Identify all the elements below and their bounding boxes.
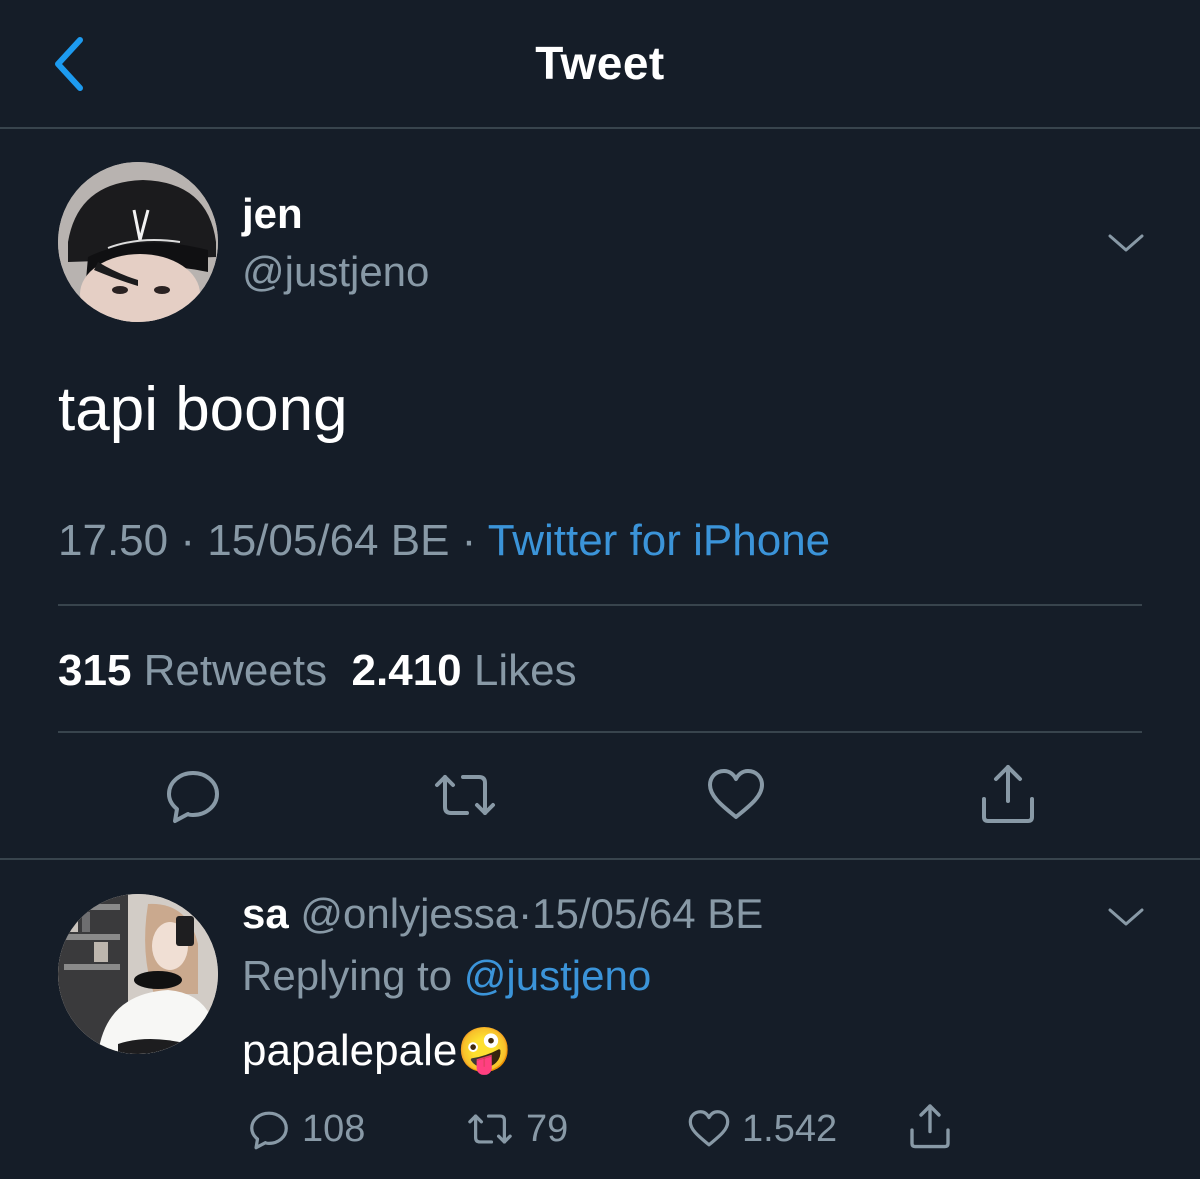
- reply-retweet-button[interactable]: 79: [464, 1104, 568, 1154]
- retweets-stat[interactable]: 315 Retweets: [58, 646, 327, 695]
- avatar[interactable]: [58, 162, 218, 322]
- meta-separator: ·: [461, 516, 477, 565]
- replying-label: Replying to: [242, 952, 453, 999]
- header-divider: [0, 127, 1200, 129]
- like-count: 2.410: [351, 646, 462, 695]
- tweet-stats: 315 Retweets 2.410 Likes: [58, 646, 577, 696]
- tweet-text: tapi boong: [58, 375, 348, 444]
- reply-reply-count: 108: [302, 1107, 366, 1150]
- reply-author-handle[interactable]: @onlyjessa: [300, 890, 518, 937]
- tweet-meta: 17.50 · 15/05/64 BE · Twitter for iPhone: [58, 516, 830, 566]
- retweet-count: 315: [58, 646, 132, 695]
- retweet-button[interactable]: [433, 763, 497, 827]
- tweet-time: 17.50: [58, 516, 169, 565]
- zany-face-emoji: 🤪: [457, 1026, 513, 1075]
- reply-author-name[interactable]: sa: [242, 890, 289, 937]
- reply-text: papalepale🤪: [242, 1024, 512, 1076]
- tweet-date: 15/05/64 BE: [207, 516, 450, 565]
- heart-icon: [688, 1110, 730, 1147]
- divider: [0, 858, 1200, 860]
- replying-mention-link[interactable]: @justjeno: [464, 952, 651, 999]
- replying-to: Replying to @justjeno: [242, 952, 651, 1000]
- like-button[interactable]: [704, 763, 768, 827]
- divider: [58, 731, 1142, 733]
- reply-button[interactable]: [161, 763, 225, 827]
- comment-icon: [167, 771, 219, 823]
- reply-retweet-count: 79: [526, 1107, 569, 1150]
- meta-separator: ·: [180, 516, 195, 565]
- reply-reply-button[interactable]: 108: [246, 1104, 365, 1154]
- author-name[interactable]: jen: [242, 190, 303, 238]
- heart-icon: [708, 769, 764, 819]
- chevron-down-icon: [1108, 908, 1144, 926]
- page-title: Tweet: [535, 37, 665, 89]
- avatar-photo: [58, 162, 218, 322]
- share-icon: [982, 765, 1034, 823]
- retweet-icon: [435, 775, 495, 815]
- reply-text-body: papalepale: [242, 1026, 458, 1075]
- reply-options-button[interactable]: [1106, 902, 1146, 932]
- likes-stat[interactable]: 2.410 Likes: [352, 646, 577, 695]
- reply-like-count: 1.542: [742, 1107, 838, 1150]
- comment-icon: [250, 1111, 288, 1150]
- tweet-options-button[interactable]: [1106, 228, 1146, 258]
- share-icon: [910, 1104, 950, 1149]
- tweet-source-link[interactable]: Twitter for iPhone: [488, 516, 830, 565]
- retweet-label: Retweets: [143, 646, 328, 695]
- reply-like-button[interactable]: 1.542: [686, 1104, 837, 1154]
- like-label: Likes: [473, 646, 577, 695]
- meta-separator: ·: [518, 890, 533, 937]
- divider: [58, 604, 1142, 606]
- reply-share-button[interactable]: [906, 1102, 964, 1152]
- share-button[interactable]: [976, 763, 1040, 827]
- reply-date: 15/05/64 BE: [532, 890, 764, 937]
- reply-avatar[interactable]: [58, 894, 218, 1054]
- retweet-icon: [468, 1114, 512, 1144]
- reply-header: sa @onlyjessa·15/05/64 BE: [242, 890, 763, 938]
- chevron-down-icon: [1108, 234, 1144, 252]
- author-handle[interactable]: @justjeno: [242, 248, 429, 296]
- reply-avatar-photo: [58, 894, 218, 1054]
